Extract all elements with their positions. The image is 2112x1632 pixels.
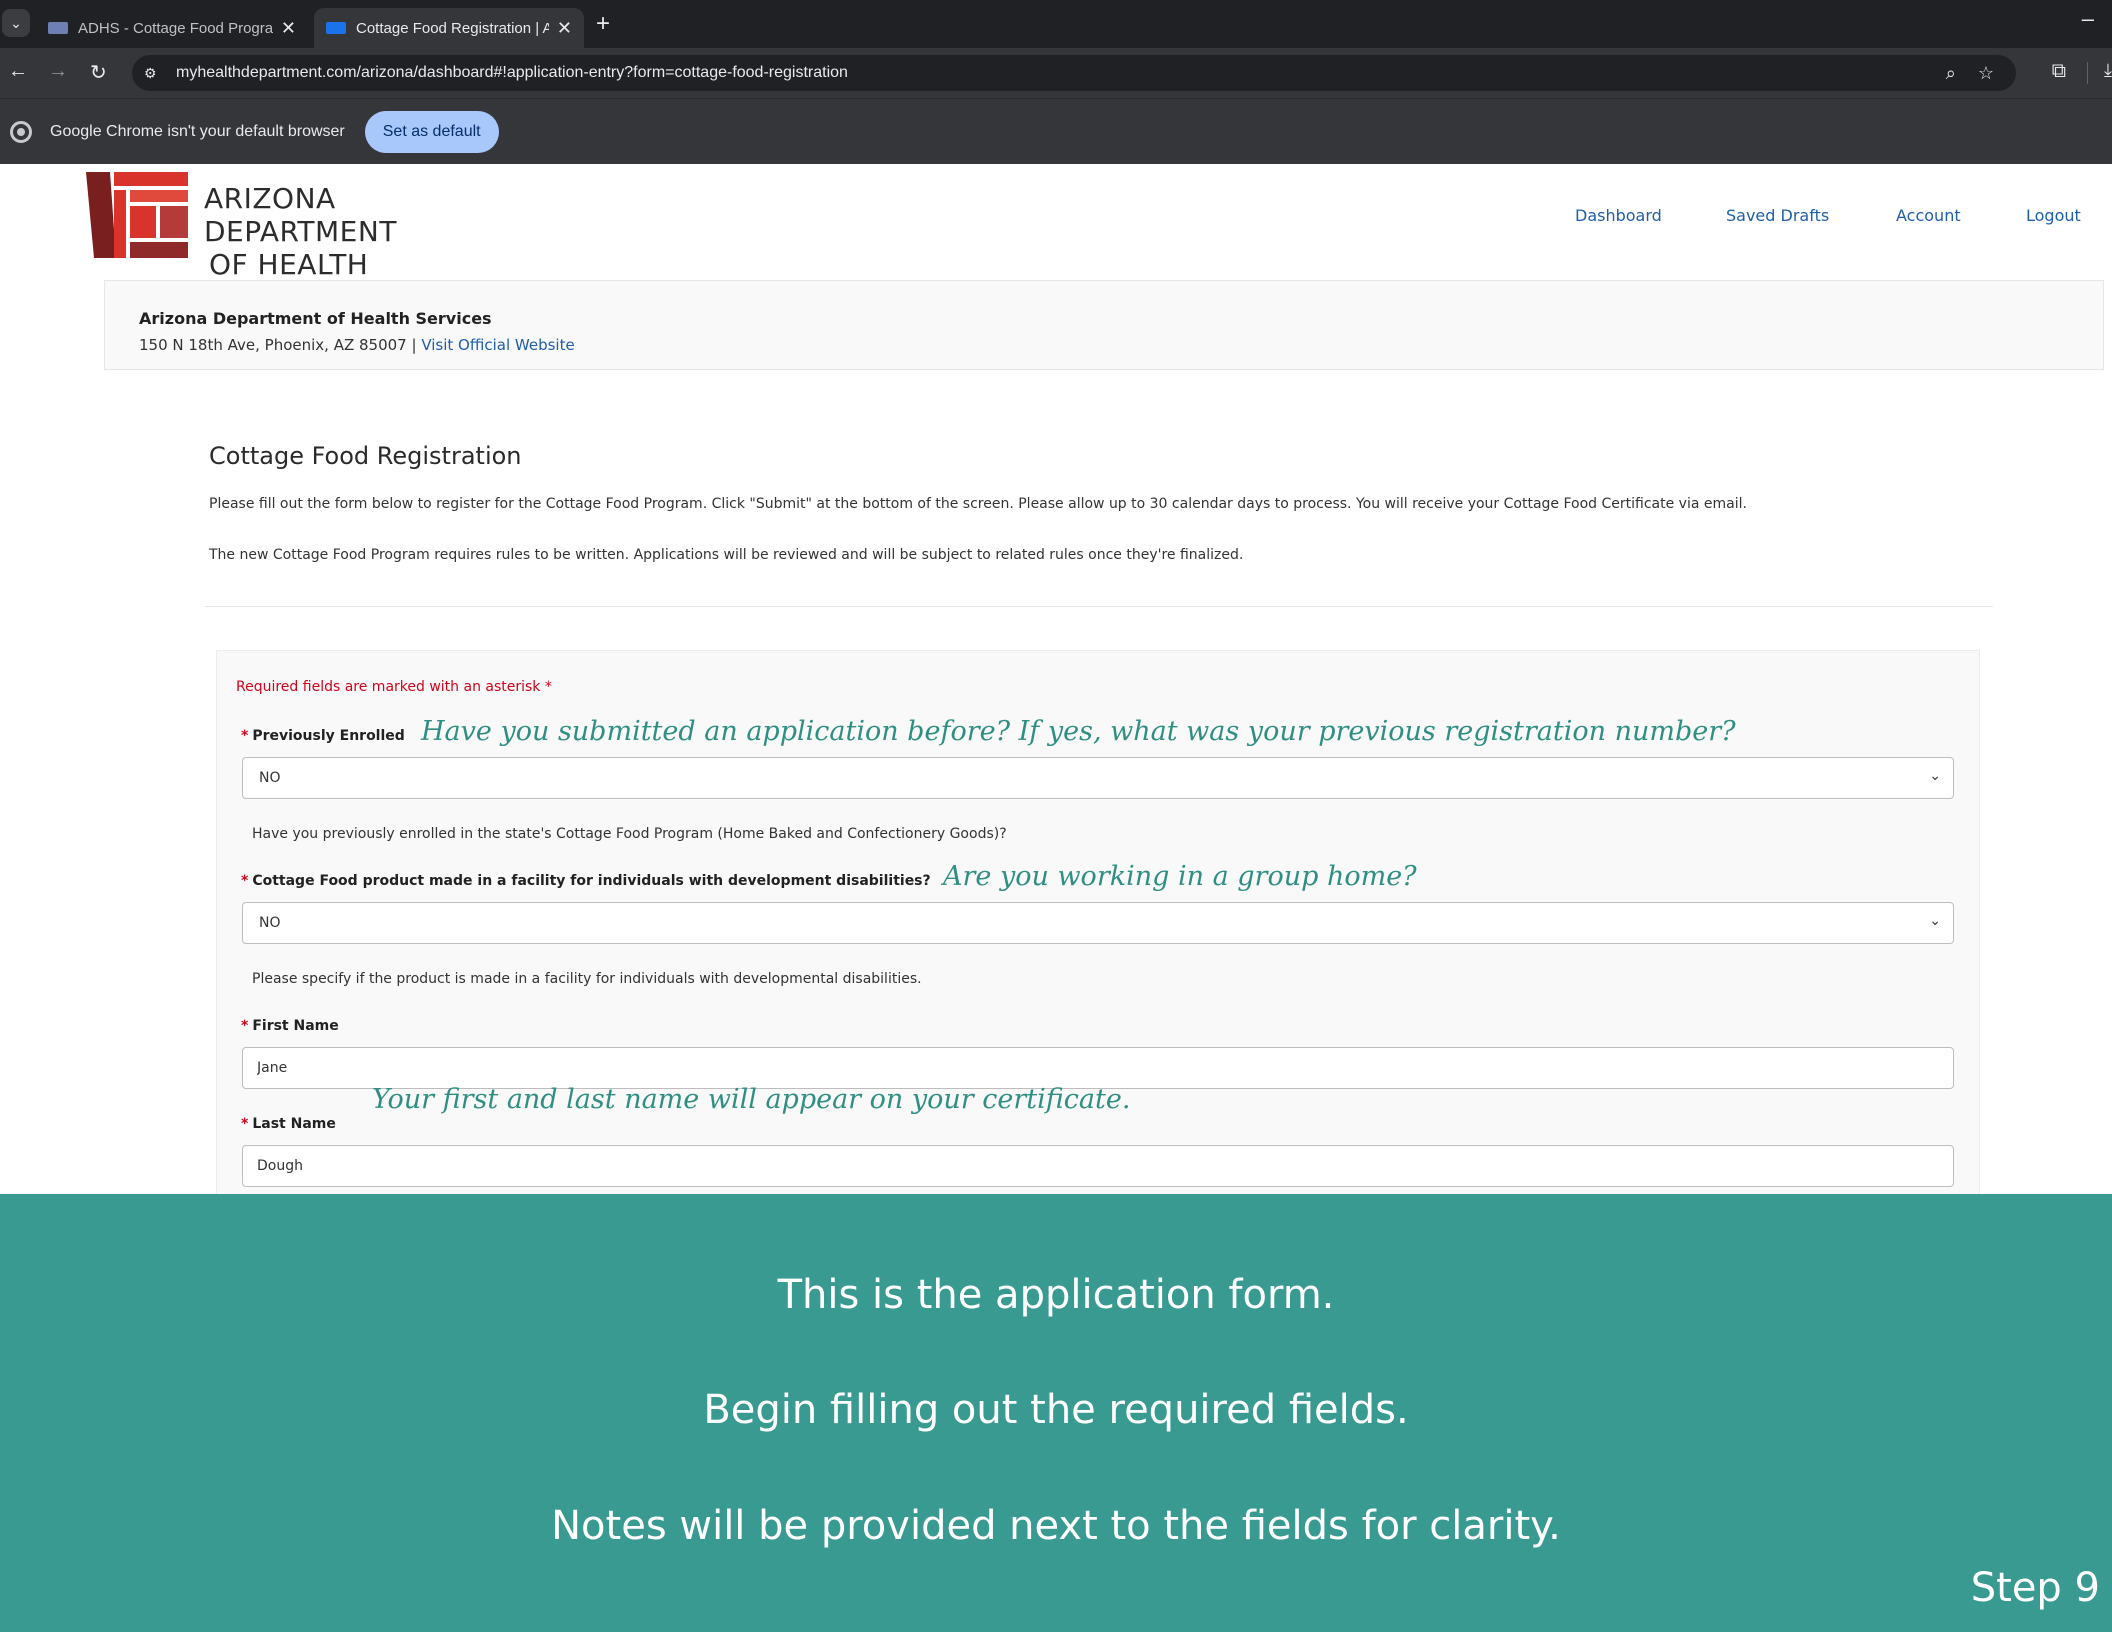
- chrome-logo-icon: [10, 120, 32, 143]
- facility-label: * Cottage Food product made in a facility…: [241, 873, 931, 889]
- note-previously-enrolled: Have you submitted an application before…: [421, 716, 1736, 747]
- previously-enrolled-help: Have you previously enrolled in the stat…: [252, 826, 1007, 842]
- zoom-icon[interactable]: ⌕: [1946, 63, 1956, 84]
- page-title: Cottage Food Registration: [209, 442, 522, 470]
- official-website-link[interactable]: Visit Official Website: [421, 336, 574, 354]
- agency-name: Arizona Department of Health Services: [139, 309, 492, 328]
- required-fields-note: Required fields are marked with an aster…: [236, 679, 552, 695]
- previously-enrolled-select[interactable]: NO ⌄: [242, 757, 1954, 799]
- forward-arrow-icon[interactable]: →: [48, 60, 68, 83]
- reload-icon[interactable]: ↻: [90, 60, 107, 85]
- agency-info-panel: Arizona Department of Health Services 15…: [104, 280, 2104, 370]
- last-name-label: * Last Name: [241, 1116, 336, 1132]
- tab-search-icon[interactable]: ⌄: [2, 9, 30, 37]
- nav-saved-drafts-link[interactable]: Saved Drafts: [1726, 206, 1829, 225]
- note-name: Your first and last name will appear on …: [372, 1084, 1131, 1115]
- chevron-down-icon: ⌄: [1929, 768, 1941, 784]
- close-icon[interactable]: ✕: [281, 18, 296, 39]
- last-name-input[interactable]: [242, 1145, 1954, 1187]
- facility-help: Please specify if the product is made in…: [252, 971, 922, 987]
- adhs-logo-mark-icon: [86, 172, 188, 258]
- chevron-down-icon: ⌄: [1929, 913, 1941, 929]
- new-tab-icon[interactable]: +: [596, 10, 610, 38]
- site-favicon-icon: [326, 22, 346, 34]
- intro-text: Please fill out the form below to regist…: [209, 496, 1747, 512]
- note-facility: Are you working in a group home?: [943, 861, 1417, 892]
- previously-enrolled-label: * Previously Enrolled: [241, 728, 405, 744]
- download-icon[interactable]: ⤓: [2104, 60, 2112, 81]
- instruction-line-2: Begin filling out the required fields.: [703, 1387, 1409, 1433]
- nav-dashboard-link[interactable]: Dashboard: [1575, 206, 1662, 225]
- browser-tab-adhs[interactable]: ADHS - Cottage Food Program ✕: [36, 8, 308, 48]
- site-settings-icon[interactable]: ⚙: [144, 65, 168, 82]
- minimize-icon[interactable]: –: [2082, 6, 2094, 32]
- tab-title: Cottage Food Registration | Ari: [356, 19, 549, 37]
- first-name-input[interactable]: [242, 1047, 1954, 1089]
- agency-address: 150 N 18th Ave, Phoenix, AZ 85007 | Visi…: [139, 336, 575, 354]
- instruction-line-1: This is the application form.: [777, 1272, 1335, 1318]
- facility-select[interactable]: NO ⌄: [242, 902, 1954, 944]
- instruction-line-3: Notes will be provided next to the field…: [551, 1503, 1561, 1549]
- default-browser-infobar: Google Chrome isn't your default browser…: [0, 98, 2112, 164]
- url-text[interactable]: myhealthdepartment.com/arizona/dashboard…: [176, 64, 1946, 82]
- browser-tab-registration[interactable]: Cottage Food Registration | Ari ✕: [314, 8, 584, 48]
- extensions-icon[interactable]: ⧉: [2052, 60, 2066, 83]
- tab-title: ADHS - Cottage Food Program: [78, 19, 273, 37]
- first-name-label: * First Name: [241, 1018, 339, 1034]
- close-icon[interactable]: ✕: [557, 18, 572, 39]
- back-arrow-icon[interactable]: ←: [8, 60, 28, 83]
- browser-toolbar: ← → ↻ ⚙ myhealthdepartment.com/arizona/d…: [0, 48, 2112, 98]
- address-bar[interactable]: ⚙ myhealthdepartment.com/arizona/dashboa…: [132, 55, 2016, 91]
- set-as-default-button[interactable]: Set as default: [364, 110, 499, 153]
- nav-logout-link[interactable]: Logout: [2026, 206, 2081, 225]
- toolbar-divider: [2087, 62, 2088, 84]
- nav-account-link[interactable]: Account: [1896, 206, 1961, 225]
- infobar-text: Google Chrome isn't your default browser: [50, 122, 345, 140]
- adhs-favicon-icon: [48, 22, 68, 34]
- adhs-logo[interactable]: ARIZONA DEPARTMENT OF HEALTH SERVICES: [86, 168, 506, 314]
- browser-tab-strip: ⌄ ADHS - Cottage Food Program ✕ Cottage …: [0, 0, 2112, 48]
- divider: [205, 606, 1993, 607]
- intro-rules-text: The new Cottage Food Program requires ru…: [209, 547, 1244, 563]
- bookmark-star-icon[interactable]: ☆: [1978, 63, 1994, 84]
- step-label: Step 9: [1970, 1565, 2100, 1611]
